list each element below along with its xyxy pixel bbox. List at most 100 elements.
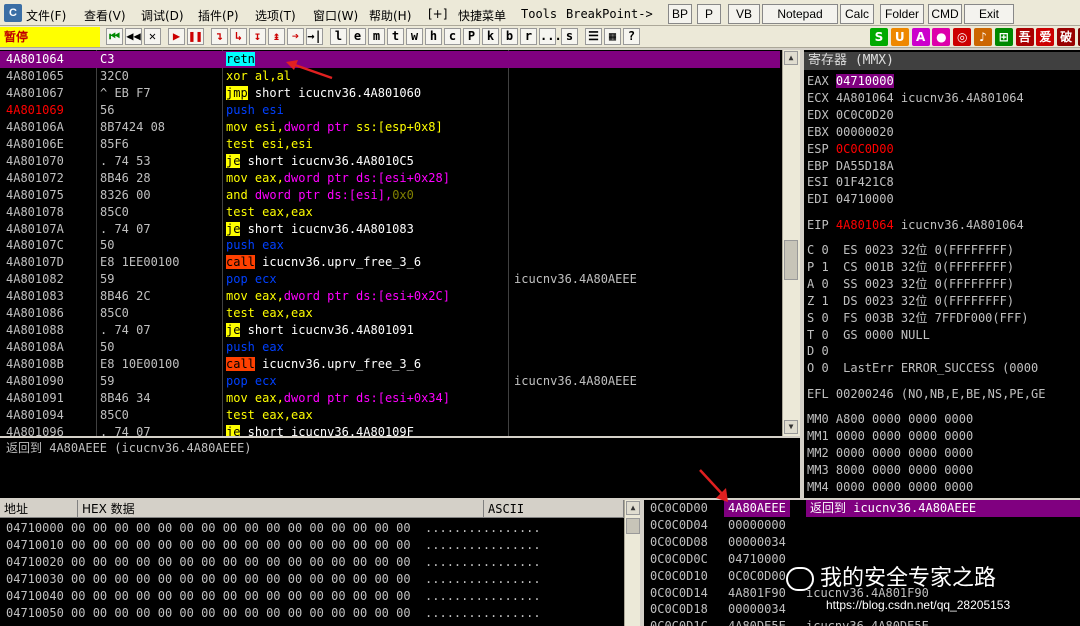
- toolbar-icon[interactable]: A: [911, 28, 930, 46]
- disasm-row[interactable]: 4A801067 ^ EB F7 jmp short icucnv36.4A8010…: [0, 85, 780, 102]
- toolbar-button[interactable]: →|: [306, 28, 323, 45]
- menu-item[interactable]: 调试(D): [141, 7, 184, 24]
- stack-address[interactable]: 0C0C0D14: [650, 585, 708, 602]
- memory-dump-pane[interactable]: 地址 HEX 数据 ASCII 04710000 00 00 00 00 00 …: [0, 500, 640, 626]
- toolbar-icon[interactable]: S: [870, 28, 888, 46]
- register-row[interactable]: EBX 00000020: [807, 124, 894, 141]
- menu-button-calc[interactable]: Calc: [840, 4, 874, 24]
- register-row[interactable]: ECX 4A801064 icucnv36.4A801064: [807, 90, 1024, 107]
- menu-button-folder[interactable]: Folder: [880, 4, 924, 24]
- toolbar-button[interactable]: ↴: [211, 28, 228, 45]
- stack-address[interactable]: 0C0C0D1C: [650, 618, 708, 626]
- toolbar-button[interactable]: ↳: [230, 28, 247, 45]
- disasm-row[interactable]: 4A80106A 8B7424 08 mov esi,dword ptr ss:[e…: [0, 119, 780, 136]
- menu-item[interactable]: 查看(V): [84, 7, 126, 24]
- disasm-row[interactable]: 4A80108A 50 push eax: [0, 339, 780, 356]
- register-row[interactable]: P 1 CS 001B 32位 0(FFFFFFFF): [807, 259, 1014, 276]
- toolbar-button[interactable]: m: [368, 28, 385, 45]
- toolbar-icon[interactable]: ◎: [953, 28, 972, 46]
- disasm-row[interactable]: 4A801075 8326 00 and dword ptr ds:[esi],0x…: [0, 187, 780, 204]
- disasm-row[interactable]: 4A80108B E8 10E00100 call icucnv36.uprv_fr…: [0, 356, 780, 373]
- toolbar-button[interactable]: ↨: [268, 28, 285, 45]
- toolbar-icon[interactable]: 爱: [1036, 28, 1055, 46]
- stack-value[interactable]: 00000034: [724, 534, 790, 551]
- scroll-thumb[interactable]: [626, 518, 640, 534]
- menu-item[interactable]: 文件(F): [26, 7, 66, 24]
- register-row[interactable]: EBP DA55D18A: [807, 158, 894, 175]
- toolbar-icon[interactable]: U: [890, 28, 909, 46]
- dump-row[interactable]: 04710040 00 00 00 00 00 00 00 00 00 00 0…: [6, 588, 541, 605]
- toolbar-button[interactable]: P: [463, 28, 480, 45]
- dump-row[interactable]: 04710020 00 00 00 00 00 00 00 00 00 00 0…: [6, 554, 541, 571]
- toolbar-button[interactable]: c: [444, 28, 461, 45]
- toolbar-button[interactable]: ➔: [287, 28, 304, 45]
- scroll-up-icon[interactable]: ▲: [626, 501, 640, 515]
- stack-address[interactable]: 0C0C0D18: [650, 601, 708, 618]
- menu-item[interactable]: 选项(T): [255, 7, 296, 24]
- toolbar-button[interactable]: t: [387, 28, 404, 45]
- toolbar-button[interactable]: h: [425, 28, 442, 45]
- menu-item[interactable]: 插件(P): [198, 7, 239, 24]
- register-row[interactable]: Z 1 DS 0023 32位 0(FFFFFFFF): [807, 293, 1014, 310]
- toolbar-button[interactable]: ?: [623, 28, 640, 45]
- stack-address[interactable]: 0C0C0D10: [650, 568, 708, 585]
- dump-row[interactable]: 04710030 00 00 00 00 00 00 00 00 00 00 0…: [6, 571, 541, 588]
- toolbar-button[interactable]: ▶: [168, 28, 185, 45]
- register-row[interactable]: O 0 LastErr ERROR_SUCCESS (0000: [807, 360, 1038, 377]
- disasm-row[interactable]: 4A801065 32C0 xor al,al: [0, 68, 780, 85]
- stack-value[interactable]: 00000034: [724, 601, 790, 618]
- scroll-thumb[interactable]: [784, 240, 798, 280]
- register-row[interactable]: ESI 01F421C8: [807, 174, 894, 191]
- toolbar-button[interactable]: ◀◀: [125, 28, 142, 45]
- menu-button-vb[interactable]: VB: [728, 4, 760, 24]
- register-row[interactable]: MM2 0000 0000 0000 0000: [807, 445, 973, 462]
- menu-button-cmd[interactable]: CMD: [928, 4, 962, 24]
- disasm-row[interactable]: 4A801064 C3 retn: [0, 51, 780, 68]
- disassembly-pane[interactable]: 4A801064 C3 retn 4A801065 32C0 xor al,al 4A801…: [0, 50, 800, 436]
- disassembly-scrollbar[interactable]: ▲ ▼: [782, 50, 800, 436]
- register-row[interactable]: MM4 0000 0000 0000 0000: [807, 479, 973, 496]
- dump-header-address[interactable]: 地址: [0, 500, 78, 518]
- register-row[interactable]: ESP 0C0C0D00: [807, 141, 894, 158]
- menu-button-exit[interactable]: Exit: [964, 4, 1014, 24]
- register-row[interactable]: EDX 0C0C0D20: [807, 107, 894, 124]
- registers-pane[interactable]: 寄存器 (MMX) EAX 04710000 ECX 4A801064 icucn…: [804, 50, 1080, 498]
- menu-item[interactable]: 窗口(W): [313, 7, 358, 24]
- stack-value[interactable]: 4A80DE5E: [724, 618, 790, 626]
- toolbar-button[interactable]: ↧: [249, 28, 266, 45]
- disasm-row[interactable]: 4A801088 . 74 07 je short icucnv36.4A80109…: [0, 322, 780, 339]
- register-row[interactable]: MM3 8000 0000 0000 0000: [807, 462, 973, 479]
- menu-item[interactable]: Tools: [521, 7, 557, 21]
- disasm-row[interactable]: 4A801078 85C0 test eax,eax: [0, 204, 780, 221]
- register-row[interactable]: D 0: [807, 343, 829, 360]
- disasm-row[interactable]: 4A801072 8B46 28 mov eax,dword ptr ds:[esi…: [0, 170, 780, 187]
- disasm-row[interactable]: 4A801069 56 push esi: [0, 102, 780, 119]
- disasm-row[interactable]: 4A801070 . 74 53 je short icucnv36.4A8010C…: [0, 153, 780, 170]
- register-row[interactable]: EDI 04710000: [807, 191, 894, 208]
- toolbar-button[interactable]: ❚❚: [187, 28, 204, 45]
- menu-item[interactable]: [+]: [428, 7, 447, 21]
- scroll-up-icon[interactable]: ▲: [784, 51, 798, 65]
- toolbar-button[interactable]: ⏮: [106, 28, 123, 45]
- toolbar-button[interactable]: k: [482, 28, 499, 45]
- menu-item[interactable]: 快捷菜单: [458, 7, 506, 24]
- stack-address[interactable]: 0C0C0D08: [650, 534, 708, 551]
- stack-value[interactable]: 00000000: [724, 517, 790, 534]
- menu-item[interactable]: 帮助(H): [369, 7, 411, 24]
- menu-button-bp[interactable]: BP: [668, 4, 692, 24]
- toolbar-button[interactable]: s: [561, 28, 578, 45]
- disasm-row[interactable]: 4A801094 85C0 test eax,eax: [0, 407, 780, 424]
- dump-row[interactable]: 04710010 00 00 00 00 00 00 00 00 00 00 0…: [6, 537, 541, 554]
- disasm-row[interactable]: 4A801090 59 pop ecx icucnv36.4A80AEEE: [0, 373, 780, 390]
- stack-value[interactable]: 0C0C0D00: [724, 568, 790, 585]
- disasm-row[interactable]: 4A80107A . 74 07 je short icucnv36.4A80108…: [0, 221, 780, 238]
- dump-row[interactable]: 04710050 00 00 00 00 00 00 00 00 00 00 0…: [6, 605, 541, 622]
- toolbar-button[interactable]: b: [501, 28, 518, 45]
- disasm-row[interactable]: 4A801086 85C0 test eax,eax: [0, 305, 780, 322]
- dump-scrollbar[interactable]: ▲: [624, 500, 640, 626]
- toolbar-icon[interactable]: ●: [932, 28, 951, 46]
- toolbar-button[interactable]: w: [406, 28, 423, 45]
- toolbar-icon[interactable]: 吾: [1015, 28, 1034, 46]
- register-row[interactable]: A 0 SS 0023 32位 0(FFFFFFFF): [807, 276, 1014, 293]
- register-row[interactable]: EFL 00200246 (NO,NB,E,BE,NS,PE,GE: [807, 386, 1045, 403]
